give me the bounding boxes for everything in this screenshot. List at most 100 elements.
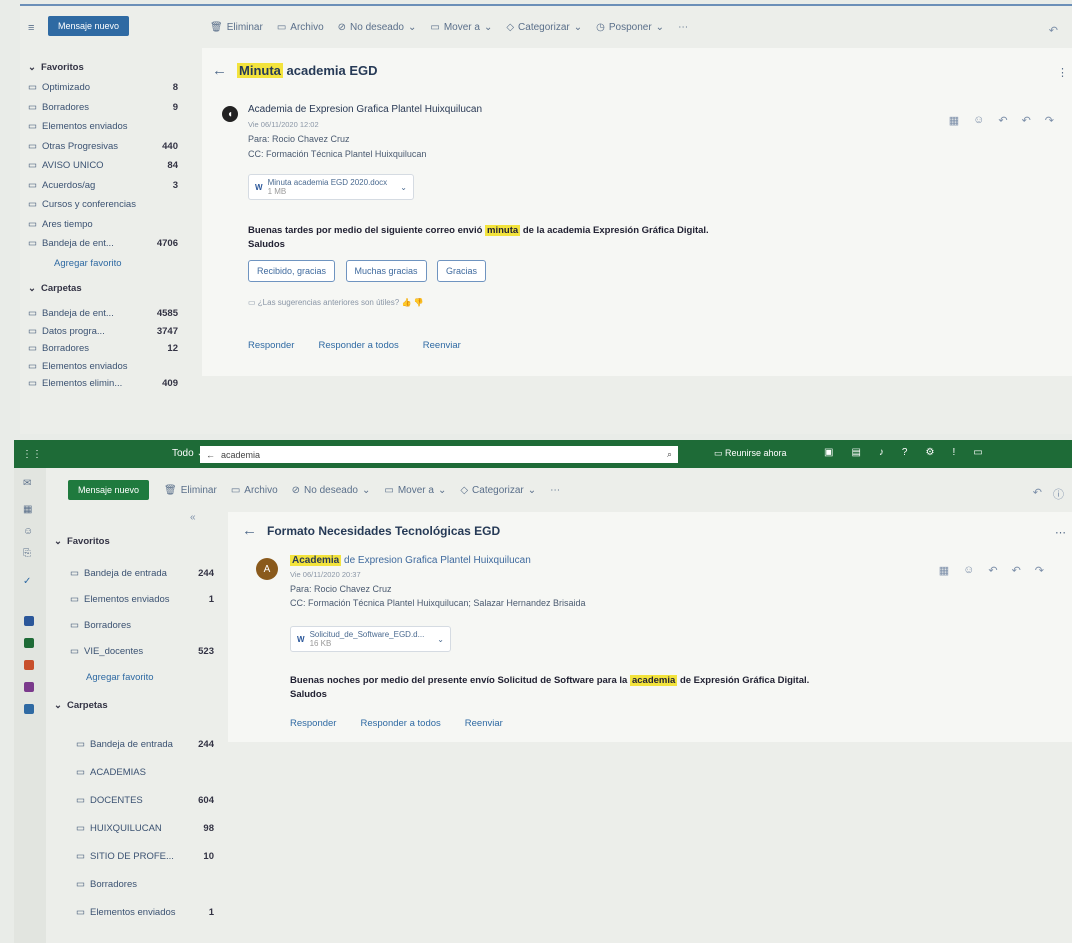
mail-icon[interactable]: ✉	[23, 478, 31, 489]
word-icon[interactable]: ▤	[851, 447, 860, 458]
folder-item[interactable]: ▭ Datos progra... 3747	[28, 323, 178, 341]
reply-all-button[interactable]: Responder a todos	[360, 718, 440, 729]
folder-item[interactable]: ▭ HUIXQUILUCAN 98	[54, 814, 214, 842]
lightbulb-icon[interactable]: !	[952, 447, 955, 458]
attach-icon[interactable]: ⎘	[23, 548, 31, 559]
info-icon[interactable]: ⓘ	[1053, 486, 1064, 502]
folder-item[interactable]: ▭ Borradores	[54, 870, 214, 898]
forward-icon[interactable]: ↷	[1035, 564, 1044, 577]
folder-item[interactable]: ▭ Elementos enviados 1	[54, 898, 214, 926]
emoji-icon[interactable]: ☺	[963, 564, 974, 577]
undo-icon[interactable]: ↶	[1049, 24, 1058, 37]
delete-button[interactable]: 🗑 Eliminar	[164, 485, 217, 496]
app-launcher-icon[interactable]: ⋮⋮	[22, 449, 42, 460]
folder-item[interactable]: ▭ Borradores	[54, 612, 214, 638]
folder-item[interactable]: ▭ SITIO DE PROFE... 10	[54, 842, 214, 870]
reply-all-icon[interactable]: ↶	[1012, 564, 1021, 577]
move-to-button[interactable]: ▭ Mover a ⌄	[430, 22, 492, 33]
reply-button[interactable]: Responder	[248, 340, 294, 351]
summary-icon[interactable]: ▦	[939, 564, 949, 577]
search-input[interactable]: ← academia ⌕	[200, 446, 678, 463]
help-icon[interactable]: ?	[902, 447, 908, 458]
reply-icon[interactable]: ↶	[988, 564, 997, 577]
reply-button[interactable]: Responder	[290, 718, 336, 729]
thumbs-down-icon[interactable]: 👎	[414, 298, 424, 307]
folder-item[interactable]: ▭ Bandeja de entrada 244	[54, 560, 214, 586]
attachment-card[interactable]: W Minuta academia EGD 2020.docx 1 MB ⌄	[248, 174, 414, 200]
new-mail-button[interactable]: Mensaje nuevo	[48, 16, 130, 36]
folder-item[interactable]: ▭ Optimizado 8	[28, 78, 178, 98]
meet-now-button[interactable]: ▭ Reunirse ahora	[714, 448, 787, 459]
sender-name[interactable]: Academia de Expresion Grafica Plantel Hu…	[290, 554, 585, 568]
summary-icon[interactable]: ▦	[949, 114, 959, 127]
reply-all-button[interactable]: Responder a todos	[318, 340, 398, 351]
folder-item[interactable]: ▭ Elementos enviados	[28, 117, 178, 137]
folder-item[interactable]: ▭ Elementos enviados	[28, 358, 178, 376]
folder-item[interactable]: ▭ Bandeja de ent... 4706	[28, 234, 178, 254]
gear-icon[interactable]: ⚙	[925, 447, 934, 458]
forward-icon[interactable]: ↷	[1045, 114, 1054, 127]
folder-item[interactable]: ▭ Elementos enviados 1	[54, 586, 214, 612]
folder-item[interactable]: ▭ Bandeja de entrada 244	[54, 730, 214, 758]
archive-button[interactable]: ▭ Archivo	[277, 22, 324, 33]
folder-item[interactable]: ▭ AVISO UNICO 84	[28, 156, 178, 176]
folders-header[interactable]: ⌄ Carpetas	[28, 277, 178, 299]
folder-item[interactable]: ▭ DOCENTES 604	[54, 786, 214, 814]
thumbs-up-icon[interactable]: 👍	[401, 298, 411, 307]
folder-item[interactable]: ▭ ACADEMIAS	[54, 758, 214, 786]
todo-icon[interactable]: ✓	[23, 576, 31, 587]
undo-icon[interactable]: ↶	[1033, 486, 1042, 499]
suggested-reply-2[interactable]: Muchas gracias	[345, 260, 427, 282]
collapse-pane-icon[interactable]: «	[190, 512, 196, 523]
forward-button[interactable]: Reenviar	[465, 718, 503, 729]
calendar-icon[interactable]: ▦	[23, 504, 32, 515]
search-icon[interactable]: ⌕	[667, 449, 672, 460]
folder-item[interactable]: ▭ VIE_docentes 523	[54, 638, 214, 664]
favorites-header[interactable]: ⌄ Favoritos	[54, 530, 214, 552]
add-favorite-link[interactable]: Agregar favorito	[54, 664, 214, 690]
folder-item[interactable]: ▭ Borradores 12	[28, 340, 178, 358]
archive-button[interactable]: ▭ Archivo	[231, 485, 278, 496]
folder-item[interactable]: ▭ Ares tiempo	[28, 215, 178, 235]
folder-item[interactable]: ▭ Borradores 9	[28, 98, 178, 118]
powerpoint-app-icon[interactable]	[24, 660, 34, 670]
back-arrow-icon[interactable]: ←	[212, 62, 227, 79]
reply-icon[interactable]: ↶	[998, 114, 1007, 127]
word-app-icon[interactable]	[24, 616, 34, 626]
more-icon[interactable]: ⋯	[678, 22, 688, 33]
categorize-button[interactable]: ◇ Categorizar ⌄	[460, 485, 536, 496]
folder-item[interactable]: ▭ Otras Progresivas 440	[28, 137, 178, 157]
suggested-reply-1[interactable]: Recibido, gracias	[248, 260, 336, 282]
attachment-card[interactable]: W Solicitud_de_Software_EGD.d... 16 KB ⌄	[290, 626, 451, 652]
back-arrow-icon[interactable]: ←	[242, 522, 257, 539]
categorize-button[interactable]: ◇ Categorizar ⌄	[506, 22, 582, 33]
new-mail-button[interactable]: Mensaje nuevo	[68, 480, 150, 500]
folder-item[interactable]: ▭ Cursos y conferencias	[28, 195, 178, 215]
add-favorite-link[interactable]: Agregar favorito	[28, 254, 178, 274]
forward-button[interactable]: Reenviar	[423, 340, 461, 351]
more-options-icon[interactable]: ⋯	[1055, 526, 1066, 539]
folder-item[interactable]: ▭ Elementos elimin... 409	[28, 375, 178, 393]
bell-icon[interactable]: ♪	[879, 447, 884, 458]
suggested-reply-3[interactable]: Gracias	[436, 260, 486, 282]
folder-item[interactable]: ▭ Bandeja de ent... 4585	[28, 305, 178, 323]
emoji-icon[interactable]: ☺	[973, 114, 984, 127]
delete-button[interactable]: 🗑 Eliminar	[210, 22, 263, 33]
excel-app-icon[interactable]	[24, 638, 34, 648]
reply-all-icon[interactable]: ↶	[1022, 114, 1031, 127]
favorites-header[interactable]: ⌄ Favoritos	[28, 56, 178, 78]
junk-button[interactable]: ⊘ No deseado ⌄	[292, 485, 371, 496]
back-arrow-icon[interactable]: ←	[206, 450, 215, 460]
more-icon[interactable]: ⋯	[550, 485, 560, 496]
junk-button[interactable]: ⊘ No deseado ⌄	[338, 22, 417, 33]
sender-name[interactable]: Academia de Expresion Grafica Plantel Hu…	[248, 102, 482, 117]
hamburger-icon[interactable]: ≡	[28, 22, 34, 34]
chevron-down-icon[interactable]: ⌄	[437, 635, 444, 644]
onenote-app-icon[interactable]	[24, 682, 34, 692]
chevron-down-icon[interactable]: ⌄	[400, 183, 407, 192]
people-icon[interactable]: ☺	[23, 526, 33, 537]
folders-header[interactable]: ⌄ Carpetas	[54, 694, 214, 716]
more-options-icon[interactable]: ⋮	[1057, 66, 1068, 79]
feedback-icon[interactable]: ▭	[973, 447, 982, 458]
move-to-button[interactable]: ▭ Mover a ⌄	[384, 485, 446, 496]
